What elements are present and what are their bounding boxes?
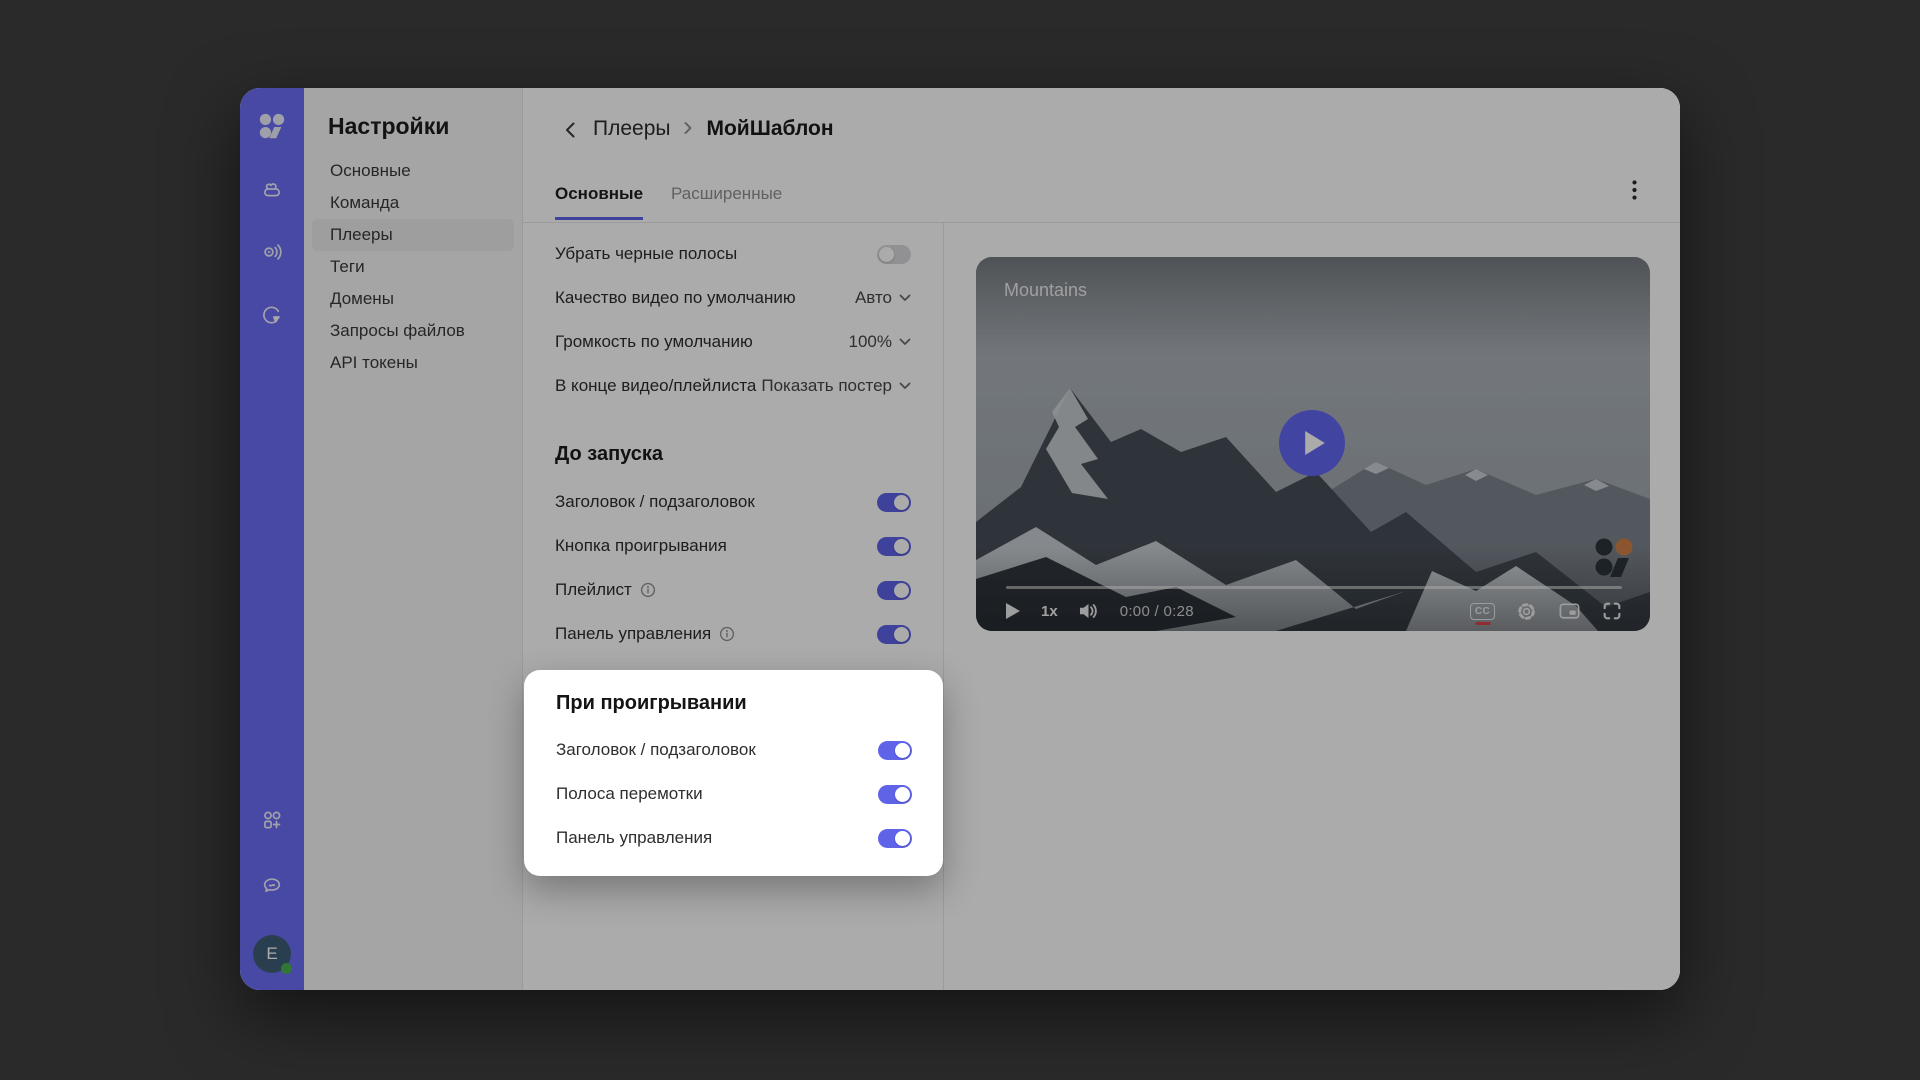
dim-overlay [240,88,1680,990]
setting-row-title-subtitle-playback: Заголовок / подзаголовок [524,728,943,772]
toggle-seek-bar[interactable] [878,785,912,804]
app-window: E Настройки Основные Команда Плееры Теги… [240,88,1680,990]
setting-row-seek-bar: Полоса перемотки [524,772,943,816]
during-playback-card: При проигрывании Заголовок / подзаголово… [524,670,943,876]
toggle-title-subtitle-playback[interactable] [878,741,912,760]
setting-label: Заголовок / подзаголовок [556,740,756,760]
section-title-during-playback: При проигрывании [556,691,911,715]
setting-row-control-panel-playback: Панель управления [524,816,943,860]
setting-label: Полоса перемотки [556,784,703,804]
setting-label: Панель управления [556,828,712,848]
toggle-control-panel-playback[interactable] [878,829,912,848]
